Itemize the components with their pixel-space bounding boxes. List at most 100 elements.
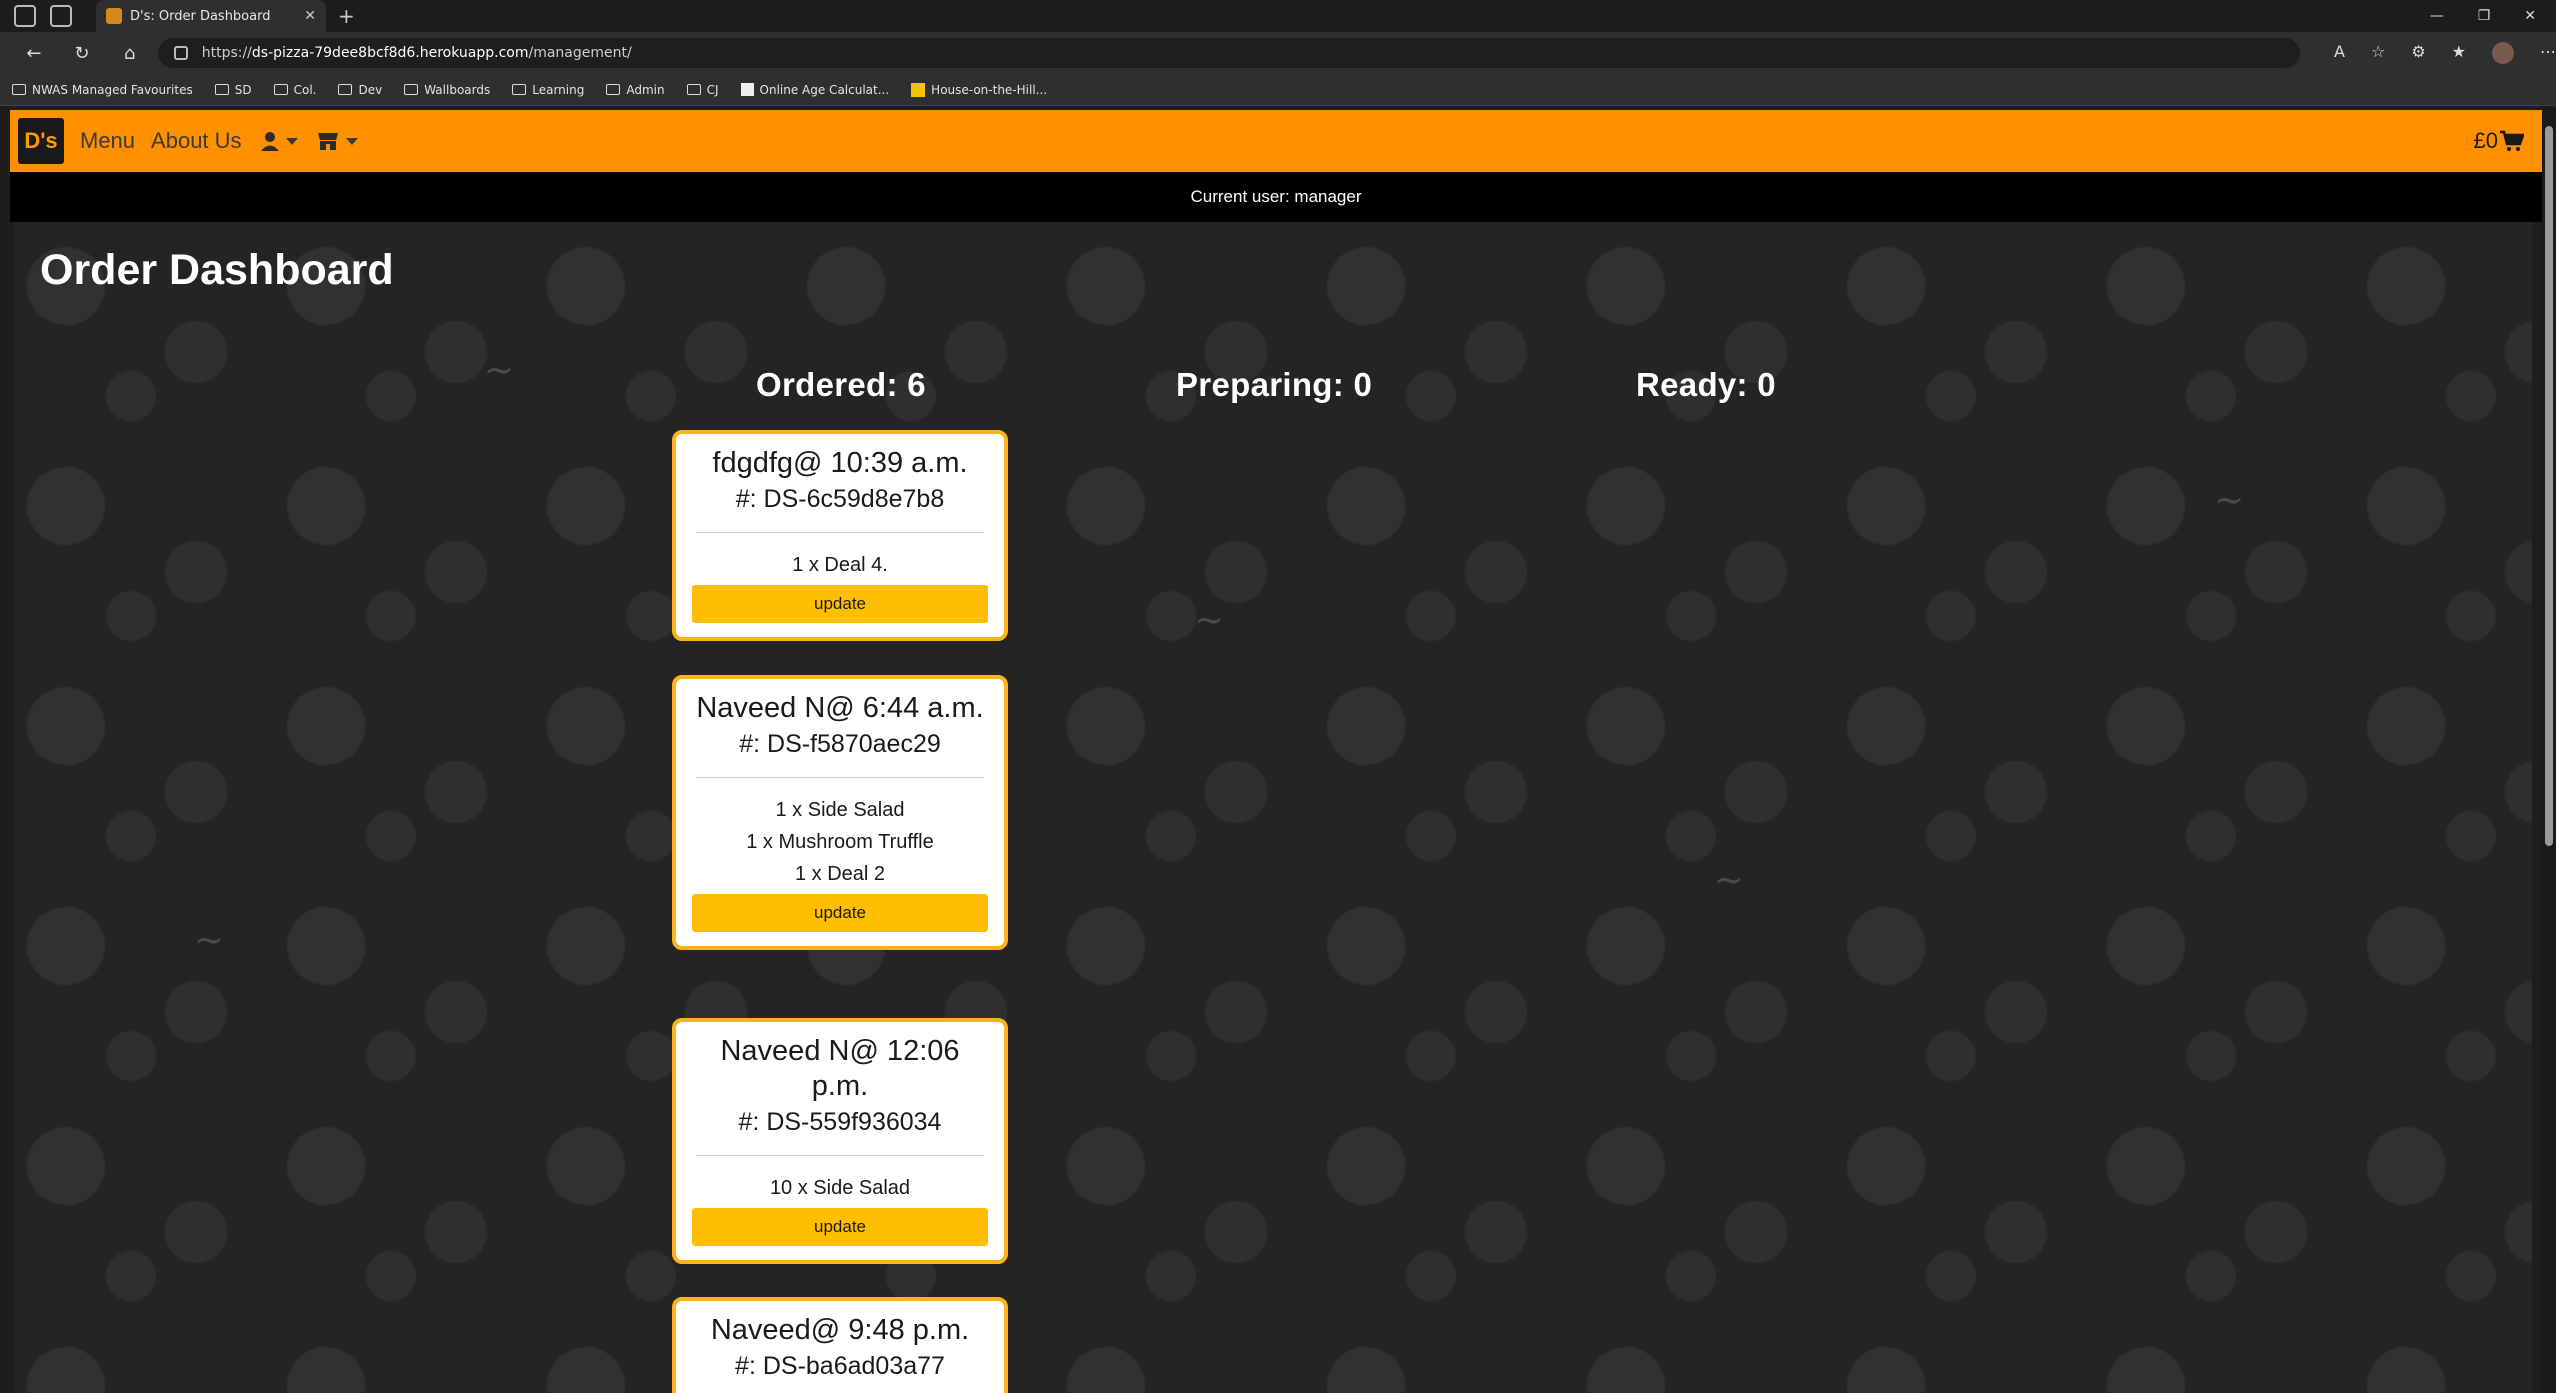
order-id: #: DS-559f936034 <box>738 1108 942 1136</box>
tab-favicon-icon <box>106 8 122 24</box>
folder-icon <box>404 84 419 95</box>
restore-icon[interactable]: ❐ <box>2478 8 2491 24</box>
read-aloud-icon[interactable]: A <box>2334 42 2345 64</box>
bookmarks-bar: NWAS Managed Favourites SD Col. Dev Wall… <box>0 74 2556 106</box>
folder-icon <box>686 84 701 95</box>
order-card: Naveed N@ 6:44 a.m. #: DS-f5870aec29 1 x… <box>672 675 1008 950</box>
status-preparing: Preparing: 0 <box>1176 366 1373 403</box>
order-item: 1 x Mushroom Truffle <box>746 831 934 853</box>
order-card: Naveed@ 9:48 p.m. #: DS-ba6ad03a77 <box>672 1297 1008 1393</box>
status-ready: Ready: 0 <box>1636 366 1776 403</box>
update-button[interactable]: update <box>692 1208 988 1246</box>
order-title: Naveed N@ 12:06 p.m. <box>720 1035 960 1102</box>
order-title: Naveed@ 9:48 p.m. <box>710 1314 970 1346</box>
divider <box>696 777 984 778</box>
extensions-icon[interactable]: ⚙ <box>2411 42 2425 64</box>
bookmark-label: Dev <box>358 82 383 97</box>
browser-tab[interactable]: D's: Order Dashboard ✕ <box>96 0 326 32</box>
tab-actions-icon[interactable] <box>50 5 72 27</box>
divider <box>696 532 984 533</box>
toolbar-actions: A ☆ ⚙ ★ ⋯ <box>2334 42 2556 64</box>
lock-icon[interactable] <box>173 46 188 60</box>
refresh-icon[interactable]: ↻ <box>68 43 96 64</box>
folder-icon <box>606 84 621 95</box>
divider <box>696 1155 984 1156</box>
current-user-bar: Current user: manager <box>10 172 2542 222</box>
site-navbar: D's Menu About Us £0 <box>10 110 2542 172</box>
management-dropdown[interactable] <box>316 131 358 151</box>
bookmark-item[interactable]: House-on-the-Hill... <box>911 82 1048 97</box>
order-item: 1 x Deal 2 <box>794 863 886 885</box>
bookmark-item[interactable]: CJ <box>686 83 719 97</box>
update-button[interactable]: update <box>692 585 988 623</box>
tab-title: D's: Order Dashboard <box>130 8 271 24</box>
bookmark-item[interactable]: Wallboards <box>404 83 490 97</box>
order-item: 10 x Side Salad <box>769 1177 911 1199</box>
nav-menu-link[interactable]: Menu <box>80 128 135 154</box>
folder-icon <box>214 84 229 95</box>
web-page: ~ ~ ~ ~ ~ D's Menu About Us £0 Current u… <box>0 106 2556 1393</box>
bookmark-label: SD <box>234 82 252 97</box>
folder-icon <box>338 84 353 95</box>
bookmark-item[interactable]: Online Age Calculat... <box>740 82 890 97</box>
site-logo[interactable]: D's <box>18 118 64 164</box>
close-window-icon[interactable]: ✕ <box>2524 8 2536 24</box>
home-icon[interactable]: ⌂ <box>116 43 144 64</box>
bookmark-item[interactable]: SD <box>214 82 252 97</box>
scrollbar-thumb[interactable] <box>2545 126 2553 846</box>
favorites-icon[interactable]: ★ <box>2452 42 2466 64</box>
more-menu-icon[interactable]: ⋯ <box>2540 42 2556 64</box>
bookmark-item[interactable]: Dev <box>338 83 382 97</box>
doodle-decoration: ~ <box>194 920 225 961</box>
page-title: Order Dashboard <box>40 246 394 294</box>
doodle-decoration: ~ <box>484 350 515 391</box>
workspaces-icon[interactable] <box>14 5 36 27</box>
new-tab-icon[interactable]: + <box>338 4 355 28</box>
shop-icon <box>317 133 338 150</box>
order-card: Naveed N@ 12:06 p.m. #: DS-559f936034 10… <box>672 1018 1008 1264</box>
back-icon[interactable]: ← <box>20 43 48 64</box>
order-id: #: DS-ba6ad03a77 <box>735 1352 945 1380</box>
url-path: /management/ <box>528 45 632 61</box>
status-ordered: Ordered: 6 <box>756 366 926 403</box>
page-scrollbar[interactable] <box>2542 106 2556 1393</box>
order-id: #: DS-6c59d8e7b8 <box>735 485 945 513</box>
bookmark-item[interactable]: Col. <box>273 83 316 97</box>
cart-button[interactable]: £0 <box>2474 128 2524 154</box>
chevron-down-icon <box>345 137 358 145</box>
nav-about-link[interactable]: About Us <box>151 128 242 154</box>
profile-avatar[interactable] <box>2492 42 2515 64</box>
bookmark-label: NWAS Managed Favourites <box>32 82 193 97</box>
bookmark-label: House-on-the-Hill... <box>931 82 1048 97</box>
address-toolbar: ← ↻ ⌂ https://ds-pizza-79dee8bcf8d6.hero… <box>0 32 2556 74</box>
house-favicon-icon <box>911 82 926 97</box>
doodle-decoration: ~ <box>1714 860 1745 901</box>
browser-tab-bar: D's: Order Dashboard ✕ + — ❐ ✕ <box>0 0 2556 32</box>
order-card: fdgdfg@ 10:39 a.m. #: DS-6c59d8e7b8 1 x … <box>672 430 1008 641</box>
order-item: 1 x Deal 4. <box>792 554 888 576</box>
order-title: Naveed N@ 6:44 a.m. <box>696 692 984 724</box>
order-id: #: DS-f5870aec29 <box>739 730 941 758</box>
order-title: fdgdfg@ 10:39 a.m. <box>712 447 968 479</box>
update-button[interactable]: update <box>692 894 988 932</box>
folder-icon <box>12 84 26 95</box>
bookmark-label: Online Age Calculat... <box>759 82 890 97</box>
doodle-decoration: ~ <box>2214 480 2245 521</box>
user-icon <box>260 132 279 151</box>
order-item: 1 x Side Salad <box>775 799 905 821</box>
account-dropdown[interactable] <box>260 131 298 151</box>
cart-total: £0 <box>2473 128 2498 153</box>
chevron-down-icon <box>285 137 298 145</box>
bookmark-item[interactable]: Admin <box>606 83 665 97</box>
bookmark-item[interactable]: NWAS Managed Favourites <box>12 83 193 97</box>
url-prefix: https:// <box>201 45 252 61</box>
favorite-star-icon[interactable]: ☆ <box>2371 42 2385 64</box>
minimize-icon[interactable]: — <box>2430 8 2444 24</box>
url-field[interactable]: https://ds-pizza-79dee8bcf8d6.herokuapp.… <box>157 38 2301 68</box>
bookmark-item[interactable]: Learning <box>512 83 584 97</box>
bookmark-label: Learning <box>532 82 585 97</box>
cart-icon <box>2500 130 2524 151</box>
close-tab-icon[interactable]: ✕ <box>304 8 316 24</box>
bookmark-label: Wallboards <box>424 82 491 97</box>
folder-icon <box>273 84 288 95</box>
